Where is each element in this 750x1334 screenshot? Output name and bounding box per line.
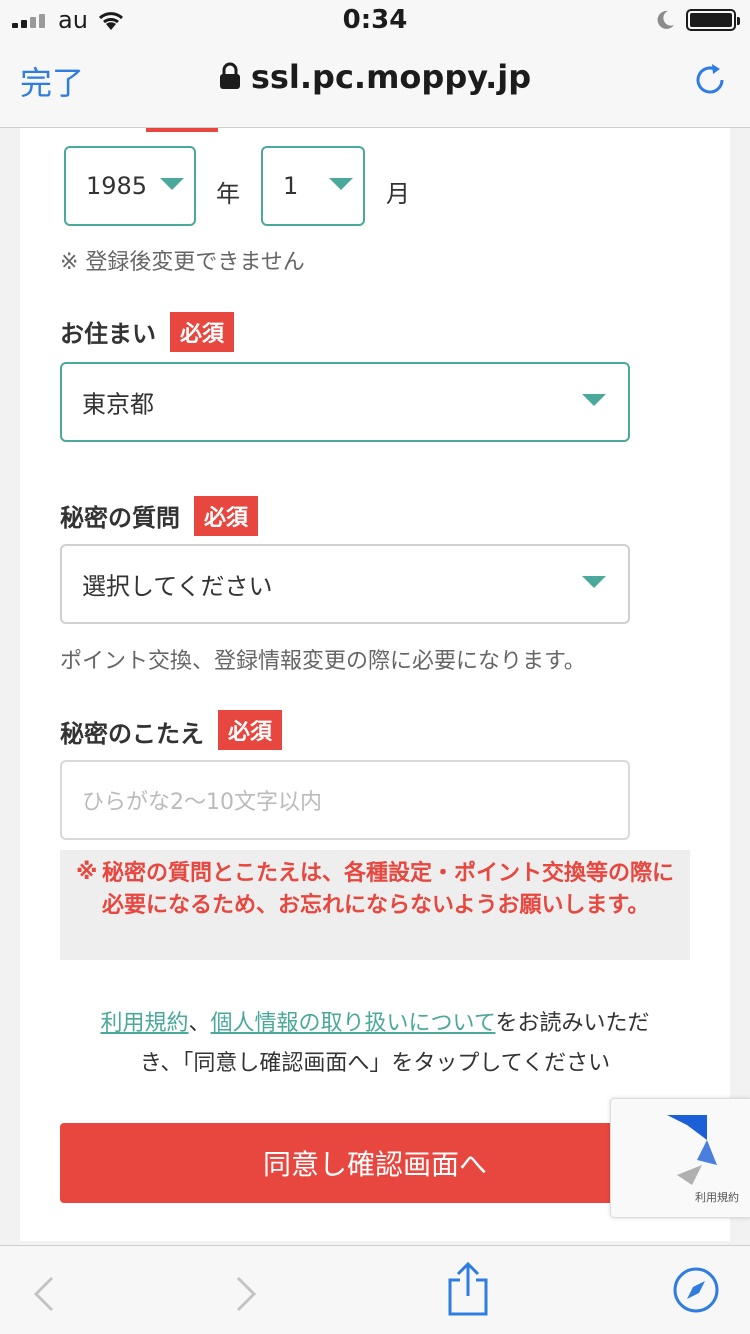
secret-answer-placeholder: ひらがな2～10文字以内 <box>82 790 322 815</box>
share-icon[interactable] <box>446 1260 490 1316</box>
recaptcha-terms[interactable]: 利用規約 <box>695 1189 739 1205</box>
required-badge: 必須 <box>194 496 259 536</box>
lock-icon <box>219 62 240 89</box>
privacy-link[interactable]: 個人情報の取り扱いについて <box>211 1011 496 1036</box>
browser-nav-bar: 完了 ssl.pc.moppy.jp <box>0 40 750 128</box>
tab-indicator <box>146 128 218 132</box>
status-bar: au 0:34 <box>0 0 750 40</box>
required-badge: 必須 <box>170 312 235 352</box>
browser-toolbar <box>0 1245 750 1334</box>
required-badge: 必須 <box>218 710 283 750</box>
url-text: ssl.pc.moppy.jp <box>250 58 532 96</box>
warning-text: 秘密の質問とこたえは、各種設定・ポイント交換等の際に必要になるため、お忘れになら… <box>102 861 675 918</box>
year-unit: 年 <box>216 180 240 208</box>
agree-confirm-button[interactable]: 同意し確認画面へ <box>60 1123 690 1203</box>
compass-icon[interactable] <box>672 1266 720 1314</box>
chevron-down-icon <box>160 178 184 190</box>
agreement-separator: 、 <box>188 1011 211 1036</box>
chevron-down-icon <box>329 178 353 190</box>
address-bar[interactable]: ssl.pc.moppy.jp <box>0 58 750 96</box>
birth-month-value: 1 <box>283 172 299 200</box>
recaptcha-icon <box>667 1115 717 1185</box>
recaptcha-badge[interactable]: 利用規約 <box>610 1098 750 1218</box>
do-not-disturb-icon <box>657 10 674 29</box>
residence-label: お住まい <box>60 320 156 348</box>
secret-answer-input[interactable]: ひらがな2～10文字以内 <box>60 760 630 840</box>
form-card: 1985 年 1 月 ※ 登録後変更できません お住まい 必須 東京都 秘密の質… <box>20 128 730 1241</box>
month-unit: 月 <box>386 180 410 208</box>
agreement-text: 利用規約、個人情報の取り扱いについてをお読みいただ き、「同意し確認画面へ」をタ… <box>60 1004 690 1084</box>
forward-icon[interactable] <box>234 1274 260 1314</box>
residence-select[interactable]: 東京都 <box>60 362 630 442</box>
secret-question-note: ポイント交換、登録情報変更の際に必要になります。 <box>60 649 586 674</box>
chevron-down-icon <box>582 394 606 406</box>
status-time: 0:34 <box>342 5 408 35</box>
secret-question-select[interactable]: 選択してください <box>60 544 630 624</box>
chevron-down-icon <box>582 576 606 588</box>
birth-month-select[interactable]: 1 <box>261 146 365 226</box>
secret-question-value: 選択してください <box>82 572 273 601</box>
battery-icon <box>686 9 740 31</box>
back-icon[interactable] <box>30 1274 56 1314</box>
secret-question-label: 秘密の質問 <box>60 504 180 532</box>
secret-answer-label: 秘密のこたえ <box>60 720 204 748</box>
terms-link[interactable]: 利用規約 <box>101 1011 189 1036</box>
birth-year-value: 1985 <box>86 172 148 200</box>
warning-mark: ※ <box>76 860 98 885</box>
birth-year-select[interactable]: 1985 <box>64 146 196 226</box>
warning-box: ※ 秘密の質問とこたえは、各種設定・ポイント交換等の際に必要になるため、お忘れに… <box>60 850 690 960</box>
agreement-text-2: き、「同意し確認画面へ」をタップしてください <box>139 1051 611 1076</box>
agreement-text-1: をお読みいただ <box>495 1011 650 1036</box>
birth-note: ※ 登録後変更できません <box>60 250 305 275</box>
residence-value: 東京都 <box>82 390 154 419</box>
reload-icon[interactable] <box>690 60 730 100</box>
